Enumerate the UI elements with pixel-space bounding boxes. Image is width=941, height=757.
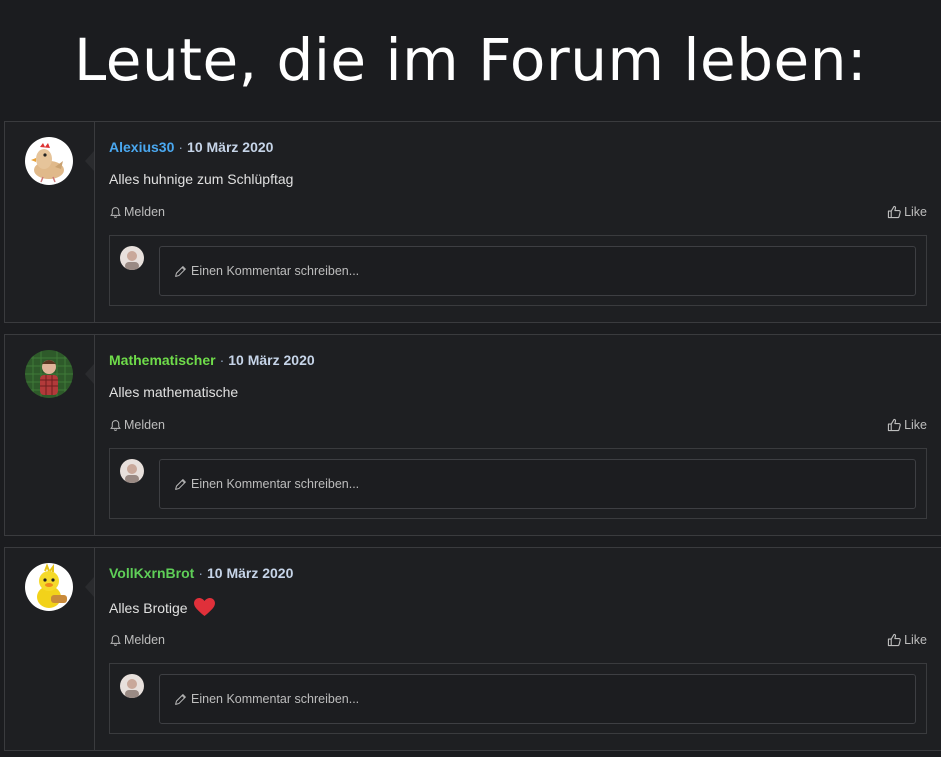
post-content: Mathematischer · 10 März 2020 Alles mathem… [109,335,941,535]
comment-input[interactable]: Einen Kommentar schreiben... [159,246,916,296]
post-text-content: Alles Brotige [109,600,188,616]
report-label: Melden [124,205,165,219]
meta-separator: · [178,139,184,155]
bell-icon [110,206,121,218]
report-label: Melden [124,633,165,647]
meme-headline: Leute, die im Forum leben: [73,26,868,94]
like-label: Like [904,418,927,432]
post-author-column [5,548,95,750]
post-date: 10 März 2020 [206,565,294,581]
post-author-column [5,335,95,535]
thumbs-up-icon [887,205,901,219]
user-avatar-icon [120,459,144,483]
heart-icon [194,597,216,617]
bell-icon [110,419,121,431]
meta-separator: · [198,565,203,581]
pencil-icon [175,478,186,490]
post-text-content: Alles mathematische [109,384,239,400]
post-meta: VollKxrnBrot · 10 März 2020 [109,565,293,581]
like-button[interactable]: Like [887,205,927,219]
user-avatar-icon [120,246,144,270]
report-button[interactable]: Melden [109,633,165,647]
post-date: 10 März 2020 [187,139,274,155]
post-meta: Mathematischer · 10 März 2020 [109,352,315,368]
author-name[interactable]: Mathematischer [109,352,216,368]
like-button[interactable]: Like [887,633,927,647]
comment-area: Einen Kommentar schreiben... [109,448,927,519]
post-actions: Melden Like [109,205,927,223]
comment-placeholder: Einen Kommentar schreiben... [191,692,360,706]
post-author-column [5,122,95,322]
chicken-avatar-icon[interactable] [25,137,73,185]
duck-avatar-icon[interactable] [25,563,73,611]
comment-input[interactable]: Einen Kommentar schreiben... [159,674,916,724]
pencil-icon [175,693,186,705]
like-button[interactable]: Like [887,418,927,432]
post-content: VollKxrnBrot · 10 März 2020 Alles Brotige … [109,548,941,750]
avatar-pointer [85,151,94,171]
report-button[interactable]: Melden [109,418,165,432]
post-meta: Alexius30 · 10 März 2020 [109,139,273,155]
post-text: Alles huhnige zum Schlüpftag [109,171,293,187]
person-avatar-icon[interactable] [25,350,73,398]
author-name[interactable]: Alexius30 [109,139,174,155]
post-actions: Melden Like [109,418,927,436]
bell-icon [110,634,121,646]
post-text-content: Alles huhnige zum Schlüpftag [109,171,294,187]
meta-separator: · [219,352,225,368]
avatar-pointer [85,364,94,384]
report-button[interactable]: Melden [109,205,165,219]
comment-placeholder: Einen Kommentar schreiben... [191,477,360,491]
comment-placeholder: Einen Kommentar schreiben... [191,264,360,278]
report-label: Melden [124,418,165,432]
like-label: Like [904,633,927,647]
comment-area: Einen Kommentar schreiben... [109,235,927,306]
post: VollKxrnBrot · 10 März 2020 Alles Brotige … [4,547,941,751]
post-text: Alles mathematische [109,384,238,400]
avatar-pointer [85,577,94,597]
pencil-icon [175,265,186,277]
comment-area: Einen Kommentar schreiben... [109,663,927,734]
post-text: Alles Brotige [109,597,216,617]
comment-input[interactable]: Einen Kommentar schreiben... [159,459,916,509]
user-avatar-icon [120,674,144,698]
post-actions: Melden Like [109,633,927,651]
thumbs-up-icon [887,418,901,432]
like-label: Like [904,205,927,219]
post: Mathematischer · 10 März 2020 Alles mathem… [4,334,941,536]
post: Alexius30 · 10 März 2020 Alles huhnige zum… [4,121,941,323]
post-content: Alexius30 · 10 März 2020 Alles huhnige zum… [109,122,941,322]
post-date: 10 März 2020 [228,352,315,368]
thumbs-up-icon [887,633,901,647]
author-name[interactable]: VollKxrnBrot [109,565,194,581]
